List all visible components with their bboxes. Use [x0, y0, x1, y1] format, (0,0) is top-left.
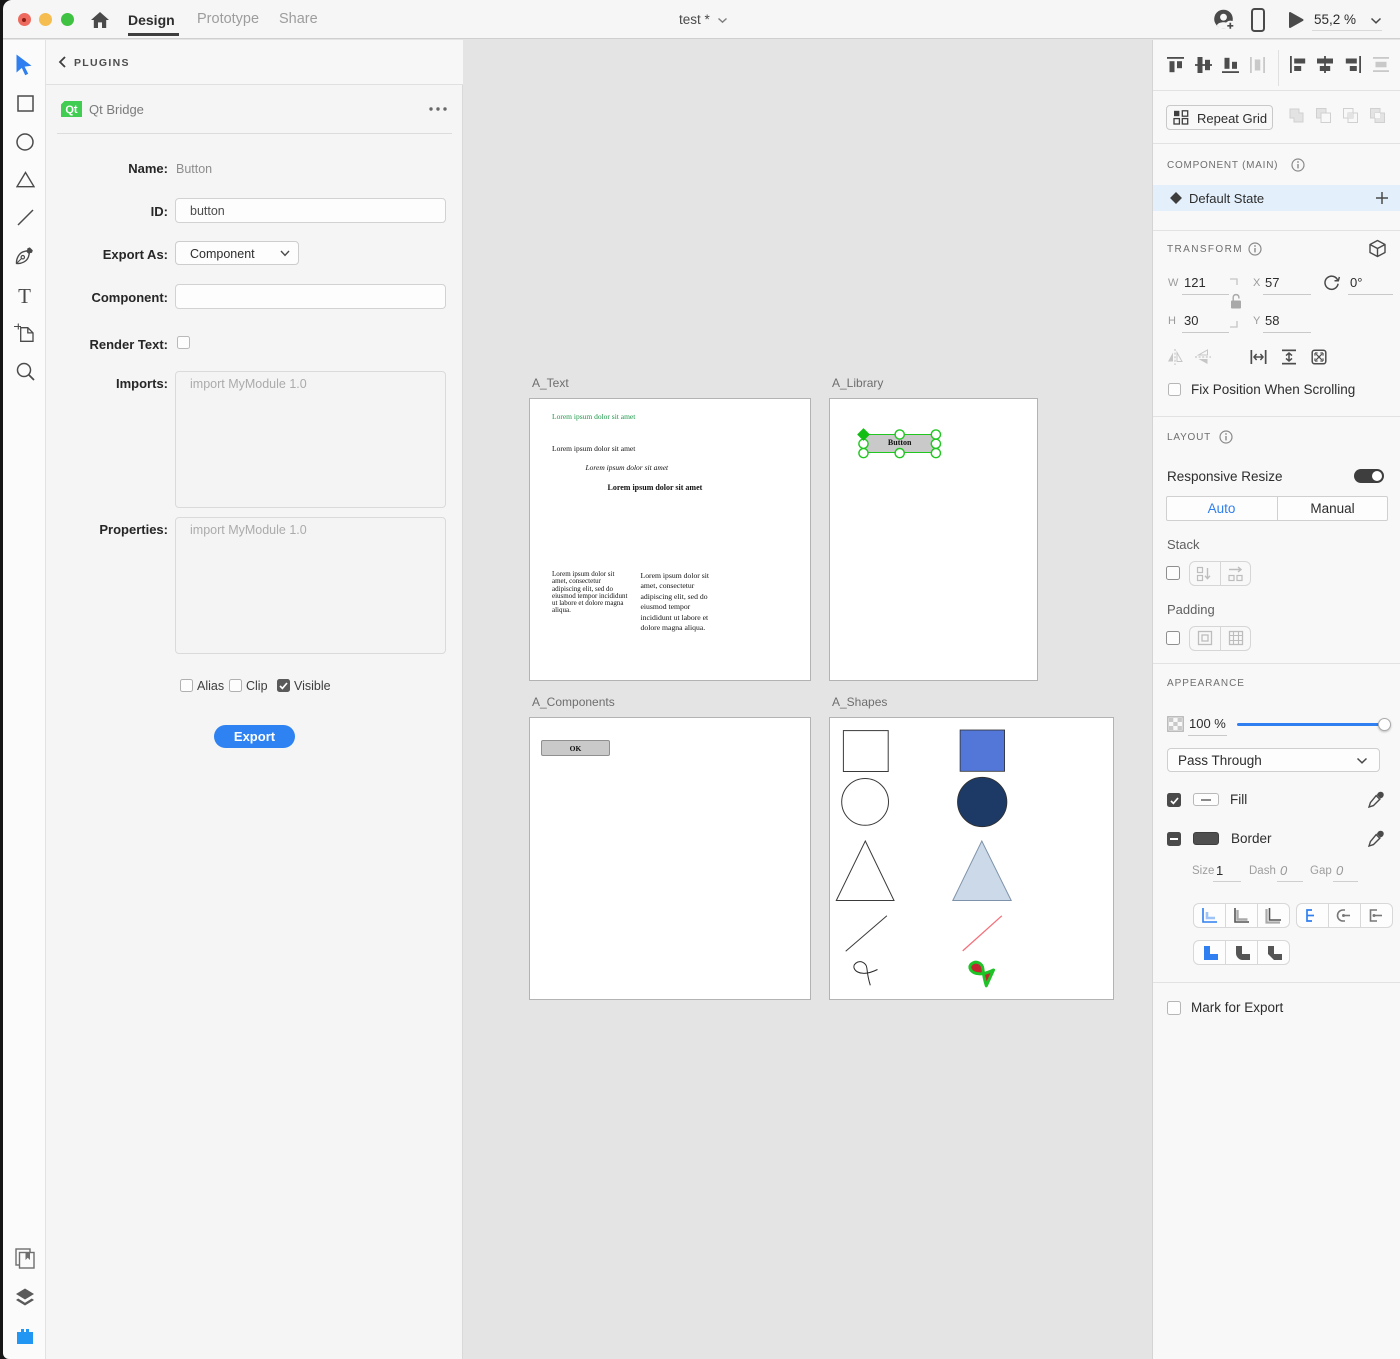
svg-text:Qt: Qt — [65, 104, 78, 116]
